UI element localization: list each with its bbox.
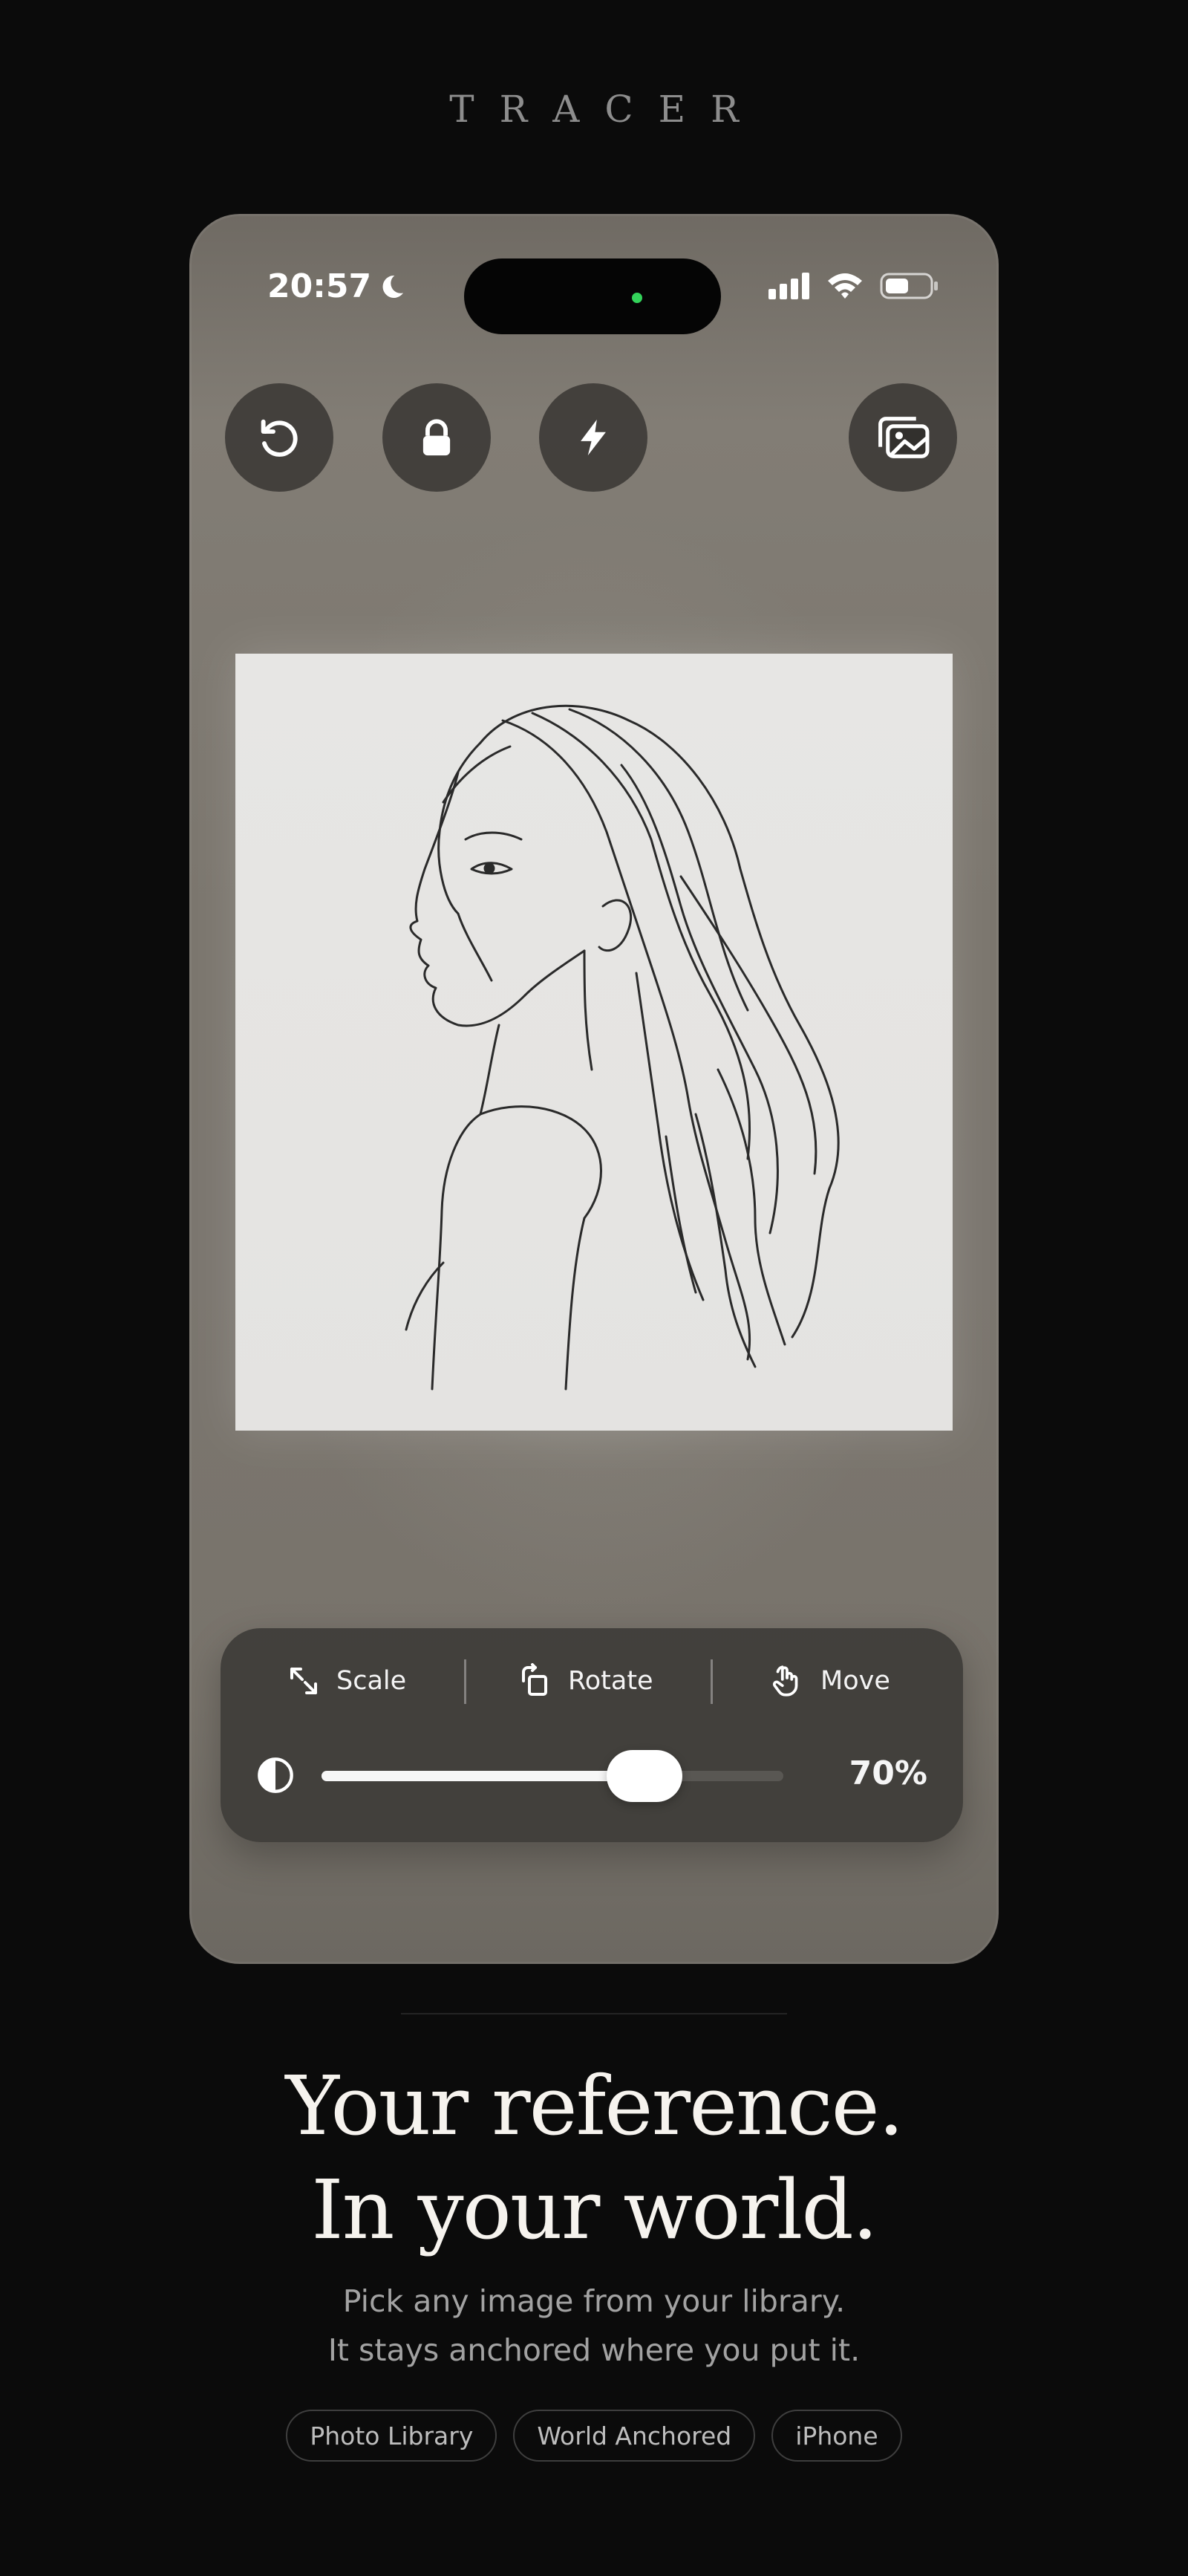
- moon-icon: [382, 275, 404, 298]
- opacity-slider-fill: [322, 1771, 645, 1781]
- move-hand-icon: [772, 1665, 798, 1697]
- scale-tool-button[interactable]: Scale: [286, 1655, 406, 1707]
- status-icons: [768, 272, 939, 300]
- status-time: 20:57: [267, 267, 372, 305]
- lock-icon: [422, 419, 451, 456]
- rotate-icon: [522, 1663, 547, 1696]
- flash-button[interactable]: [539, 383, 647, 492]
- scale-icon: [290, 1668, 317, 1694]
- chip-iphone: iPhone: [771, 2410, 902, 2462]
- move-tool-label: Move: [820, 1666, 890, 1696]
- transform-tools: Scale Rotate Move: [221, 1655, 963, 1707]
- scale-tool-label: Scale: [336, 1666, 407, 1696]
- transform-controls-panel: Scale Rotate Move 70%: [221, 1628, 963, 1842]
- gallery-icon: [878, 417, 930, 458]
- chip-photo-library: Photo Library: [286, 2410, 497, 2462]
- tool-divider: [711, 1659, 713, 1704]
- reference-image-overlay[interactable]: [235, 654, 953, 1431]
- status-clock: 20:57: [267, 267, 407, 305]
- opacity-slider-thumb[interactable]: [607, 1750, 683, 1802]
- hero-subtext-1: Pick any image from your library.: [342, 2283, 846, 2319]
- feature-chips: Photo Library World Anchored iPhone: [0, 2410, 1188, 2462]
- section-divider: [401, 2013, 787, 2014]
- phone-mockup: 20:57 Scale Rotate Move 70%: [189, 214, 999, 1964]
- contrast-icon: [258, 1757, 293, 1793]
- portrait-sketch: [405, 704, 840, 1391]
- hero-subtext-2: It stays anchored where you put it.: [327, 2332, 861, 2368]
- rotate-tool-label: Rotate: [568, 1666, 653, 1696]
- lock-button[interactable]: [382, 383, 491, 492]
- tool-divider: [464, 1659, 466, 1704]
- battery-icon: [880, 273, 938, 299]
- move-tool-button[interactable]: Move: [768, 1655, 890, 1707]
- reset-button[interactable]: [225, 383, 333, 492]
- rotate-tool-button[interactable]: Rotate: [518, 1655, 653, 1707]
- status-bar: 20:57: [189, 236, 999, 334]
- chip-world-anchored: World Anchored: [513, 2410, 756, 2462]
- camera-indicator-dot: [632, 293, 642, 303]
- reset-icon: [261, 419, 298, 457]
- wifi-icon: [828, 273, 862, 299]
- hero-headline: Your reference. In your world.: [0, 2054, 1188, 2262]
- brand-wordmark: TRACER: [449, 88, 764, 131]
- hero-line-2: In your world.: [311, 2162, 878, 2257]
- hero-line-1: Your reference.: [285, 2058, 904, 2153]
- opacity-slider[interactable]: [322, 1750, 783, 1802]
- opacity-slider-row: 70%: [221, 1749, 963, 1802]
- dynamic-island: [464, 258, 721, 334]
- flash-icon: [581, 419, 606, 456]
- opacity-value: 70%: [849, 1754, 927, 1792]
- signal-icon: [768, 273, 809, 299]
- gallery-button[interactable]: [849, 383, 957, 492]
